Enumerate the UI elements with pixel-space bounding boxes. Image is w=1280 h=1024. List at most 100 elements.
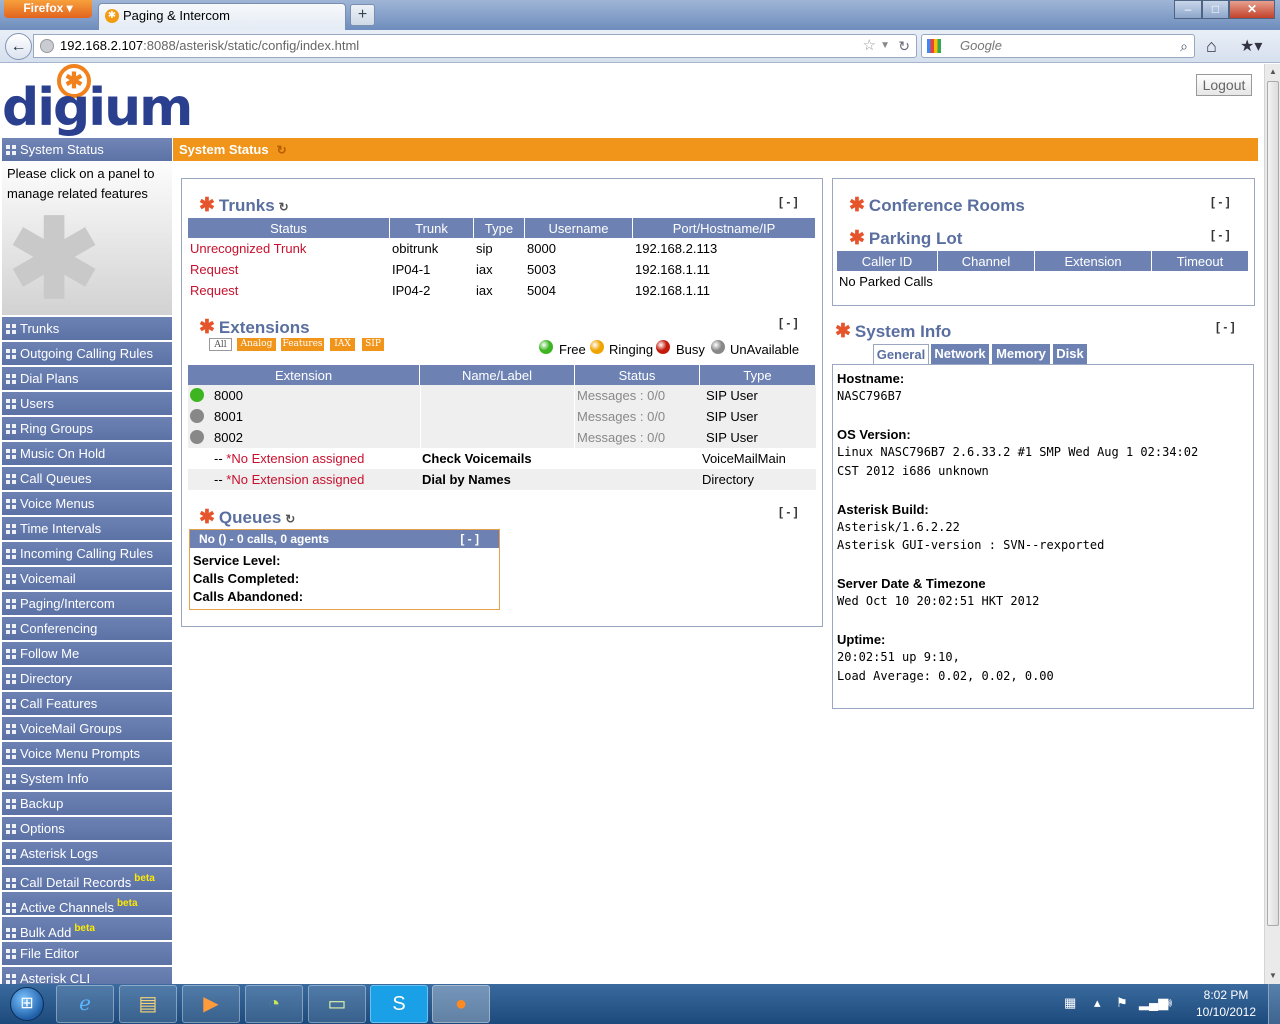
sidebar-item-asterisk-logs[interactable]: Asterisk Logs bbox=[2, 842, 172, 865]
show-hidden-icons-icon[interactable]: ▴ bbox=[1094, 995, 1101, 1011]
sidebar-item-paging-intercom[interactable]: Paging/Intercom bbox=[2, 592, 172, 615]
sidebar-item-call-queues[interactable]: Call Queues bbox=[2, 467, 172, 490]
firefox-icon[interactable]: ● bbox=[432, 985, 490, 1023]
sidebar-item-follow-me[interactable]: Follow Me bbox=[2, 642, 172, 665]
tab-general[interactable]: General bbox=[873, 344, 929, 365]
close-window-button[interactable]: ✕ bbox=[1229, 0, 1275, 19]
extensions-collapse-toggle[interactable]: [ - ] bbox=[779, 316, 798, 330]
new-tab-button[interactable]: + bbox=[350, 4, 375, 26]
filter-all[interactable]: All bbox=[209, 338, 232, 351]
bookmarks-menu-icon[interactable]: ★▾ bbox=[1240, 36, 1262, 56]
sidebar-item-voice-menus[interactable]: Voice Menus bbox=[2, 492, 172, 515]
sidebar-item-backup[interactable]: Backup bbox=[2, 792, 172, 815]
search-input[interactable]: Google ⌕ bbox=[921, 34, 1195, 58]
sidebar-item-label: Music On Hold bbox=[20, 446, 106, 461]
extension-number: 8002 bbox=[214, 430, 243, 445]
panel-grid-icon bbox=[6, 349, 16, 359]
reload-icon[interactable]: ↻ bbox=[898, 35, 910, 57]
sidebar-item-conferencing[interactable]: Conferencing bbox=[2, 617, 172, 640]
scroll-up-icon[interactable]: ▲ bbox=[1265, 64, 1280, 80]
panel-grid-icon bbox=[6, 824, 16, 834]
sidebar-item-outgoing-calling-rules[interactable]: Outgoing Calling Rules bbox=[2, 342, 172, 365]
show-desktop-button[interactable] bbox=[1268, 984, 1280, 1024]
table-row[interactable]: 8002 Messages : 0/0 SIP User bbox=[188, 427, 816, 448]
page-scrollbar[interactable]: ▲ ▼ bbox=[1264, 64, 1280, 984]
back-button[interactable]: ← bbox=[5, 33, 32, 60]
sidebar-item-label: Backup bbox=[20, 796, 64, 811]
column-header: Trunk bbox=[390, 218, 474, 238]
unavailable-status-icon bbox=[711, 340, 725, 354]
browser-tab[interactable]: ✱ Paging & Intercom bbox=[98, 3, 346, 30]
action-center-flag-icon[interactable]: ⚑ bbox=[1116, 995, 1128, 1011]
search-icon[interactable]: ⌕ bbox=[1180, 35, 1188, 57]
folder-icon[interactable]: ▭ bbox=[308, 985, 366, 1023]
tab-memory[interactable]: Memory bbox=[992, 344, 1050, 364]
sidebar-item-dial-plans[interactable]: Dial Plans bbox=[2, 367, 172, 390]
sidebar-item-voice-menu-prompts[interactable]: Voice Menu Prompts bbox=[2, 742, 172, 765]
sidebar-item-call-features[interactable]: Call Features bbox=[2, 692, 172, 715]
sidebar-item-bulk-add[interactable]: Bulk Add beta bbox=[2, 917, 172, 940]
taskbar-clock[interactable]: 8:02 PM 10/10/2012 bbox=[1188, 987, 1264, 1021]
sidebar-item-file-editor[interactable]: File Editor bbox=[2, 942, 172, 965]
start-button[interactable]: ⊞ bbox=[2, 984, 54, 1024]
filter-sip[interactable]: SIP bbox=[362, 338, 384, 351]
parking-collapse-toggle[interactable]: [ - ] bbox=[1211, 228, 1230, 242]
scroll-thumb[interactable] bbox=[1267, 81, 1279, 926]
skype-icon[interactable]: S bbox=[370, 985, 428, 1023]
url-bar[interactable]: 192.168.2.107:8088/asterisk/static/confi… bbox=[33, 34, 917, 58]
app-swirl-icon[interactable]: ◔ bbox=[245, 985, 303, 1023]
asterisk-favicon-icon: ✱ bbox=[105, 9, 119, 23]
bookmark-star-icon[interactable]: ☆ bbox=[863, 35, 876, 57]
url-dropdown-icon[interactable]: ▼ bbox=[880, 35, 890, 57]
parking-table: Caller ID Channel Extension Timeout No Park… bbox=[837, 251, 1249, 292]
sidebar-item-music-on-hold[interactable]: Music On Hold bbox=[2, 442, 172, 465]
minimize-button[interactable]: – bbox=[1174, 0, 1202, 19]
google-icon[interactable] bbox=[927, 39, 941, 53]
sidebar-item-time-intervals[interactable]: Time Intervals bbox=[2, 517, 172, 540]
table-row[interactable]: -- *No Extension assigned Dial by Names Di… bbox=[188, 469, 816, 490]
table-row[interactable]: 8001 Messages : 0/0 SIP User bbox=[188, 406, 816, 427]
queues-collapse-toggle[interactable]: [ - ] bbox=[779, 505, 798, 519]
sidebar-item-call-detail-records[interactable]: Call Detail Records beta bbox=[2, 867, 172, 890]
table-row[interactable]: -- *No Extension assigned Check Voicemail… bbox=[188, 448, 816, 469]
media-player-icon[interactable]: ▶ bbox=[182, 985, 240, 1023]
sidebar-item-incoming-calling-rules[interactable]: Incoming Calling Rules bbox=[2, 542, 172, 565]
sidebar-item-system-info[interactable]: System Info bbox=[2, 767, 172, 790]
conference-collapse-toggle[interactable]: [ - ] bbox=[1211, 195, 1230, 209]
queue-collapse-toggle[interactable]: [ - ] bbox=[460, 530, 479, 548]
maximize-button[interactable]: □ bbox=[1202, 0, 1229, 19]
firefox-menu-button[interactable]: Firefox ▾ bbox=[4, 0, 92, 18]
home-icon[interactable]: ⌂ bbox=[1206, 36, 1217, 57]
refresh-icon[interactable]: ↻ bbox=[279, 200, 289, 214]
refresh-icon[interactable]: ↻ bbox=[285, 512, 295, 526]
sysinfo-collapse-toggle[interactable]: [ - ] bbox=[1216, 320, 1235, 334]
sidebar-item-system-status[interactable]: System Status bbox=[2, 138, 172, 161]
keyboard-icon[interactable]: ▦ bbox=[1064, 995, 1076, 1011]
sidebar-item-ring-groups[interactable]: Ring Groups bbox=[2, 417, 172, 440]
panel-grid-icon bbox=[6, 449, 16, 459]
uptime-line-2: Load Average: 0.02, 0.02, 0.00 bbox=[837, 669, 1054, 683]
sidebar-item-directory[interactable]: Directory bbox=[2, 667, 172, 690]
sidebar-item-active-channels[interactable]: Active Channels beta bbox=[2, 892, 172, 915]
scroll-down-icon[interactable]: ▼ bbox=[1265, 968, 1280, 984]
refresh-icon[interactable]: ↻ bbox=[277, 143, 287, 157]
sidebar-item-users[interactable]: Users bbox=[2, 392, 172, 415]
file-explorer-icon[interactable]: ▤ bbox=[119, 985, 177, 1023]
filter-iax[interactable]: IAX bbox=[330, 338, 355, 351]
trunks-collapse-toggle[interactable]: [ - ] bbox=[779, 195, 798, 209]
table-row[interactable]: 8000 Messages : 0/0 SIP User bbox=[188, 385, 816, 406]
sidebar-item-voicemail-groups[interactable]: VoiceMail Groups bbox=[2, 717, 172, 740]
filter-features[interactable]: Features bbox=[281, 338, 324, 351]
logout-button[interactable]: Logout bbox=[1196, 74, 1252, 96]
sidebar-item-voicemail[interactable]: Voicemail bbox=[2, 567, 172, 590]
tab-network[interactable]: Network bbox=[931, 344, 989, 364]
panel-grid-icon bbox=[6, 374, 16, 384]
volume-icon[interactable]: 🔊︎ bbox=[1164, 995, 1172, 1011]
sidebar-item-options[interactable]: Options bbox=[2, 817, 172, 840]
queue-calls-completed: Calls Completed: bbox=[193, 571, 300, 586]
internet-explorer-icon[interactable]: ℯ bbox=[56, 985, 114, 1023]
tab-disk[interactable]: Disk bbox=[1053, 344, 1087, 364]
sidebar-item-label: Active Channels bbox=[20, 900, 114, 915]
filter-analog[interactable]: Analog bbox=[237, 338, 276, 351]
search-placeholder: Google bbox=[960, 38, 1002, 53]
